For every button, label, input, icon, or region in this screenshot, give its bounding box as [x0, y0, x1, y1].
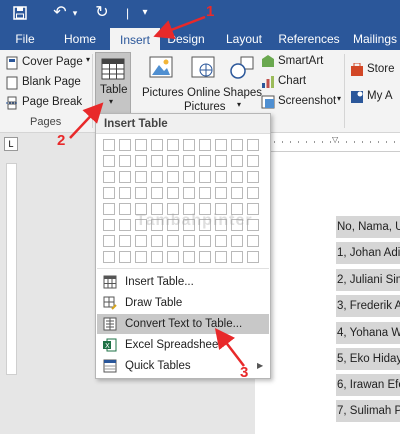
annotation-arrow-1 — [153, 15, 206, 39]
annotation-arrows — [69, 15, 245, 367]
annotation-number-2: 2 — [57, 132, 66, 149]
annotation-arrow-3 — [214, 328, 245, 367]
annotation-number-3: 3 — [240, 364, 249, 381]
annotation-arrow-2 — [69, 102, 104, 139]
annotation-number-1: 1 — [206, 3, 215, 20]
